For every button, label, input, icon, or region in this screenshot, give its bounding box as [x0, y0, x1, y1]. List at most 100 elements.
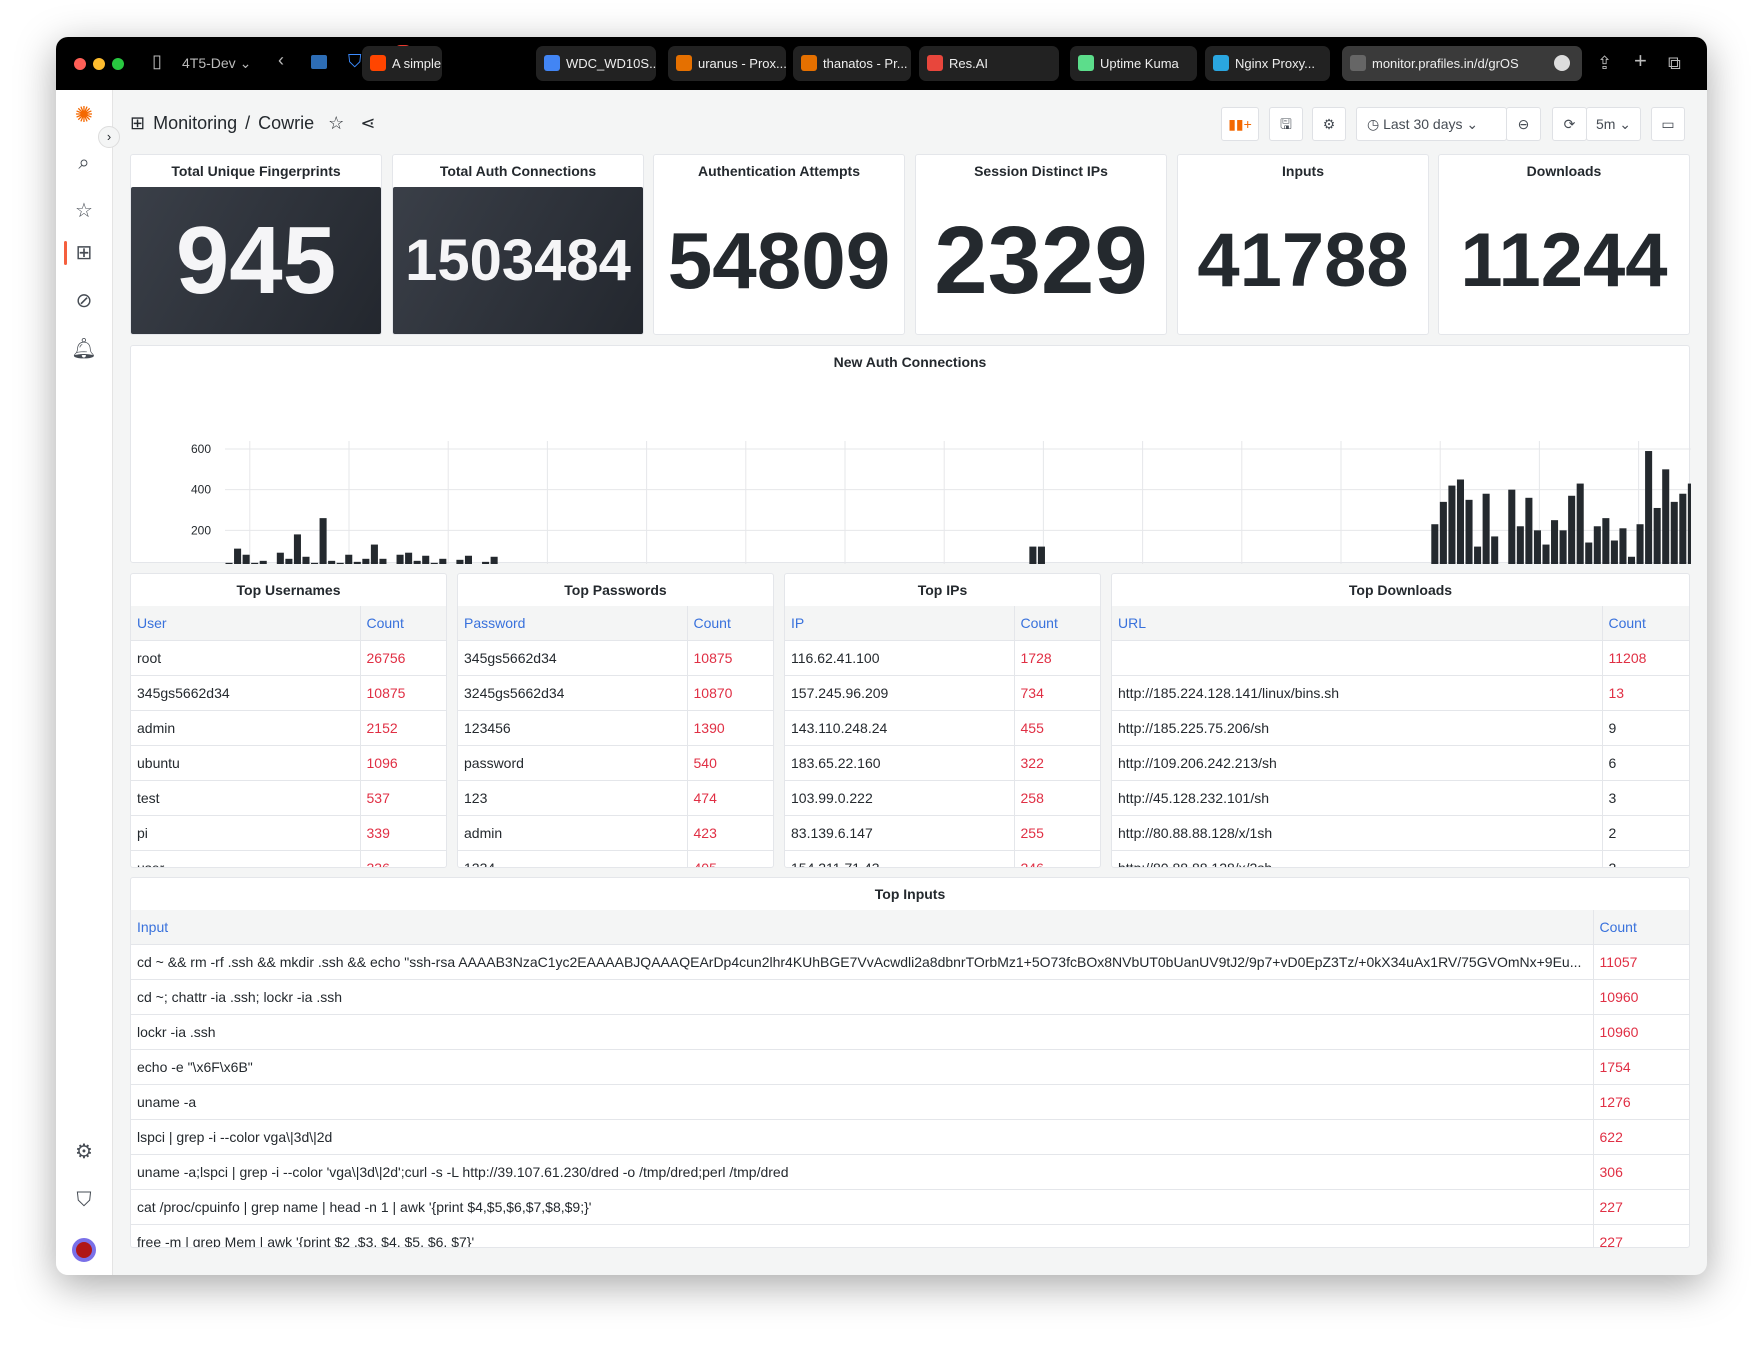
row-count: 734 [1013, 674, 1100, 710]
browser-tab[interactable]: thanatos - Pr... [793, 46, 911, 81]
column-header[interactable]: URL [1112, 606, 1602, 640]
table-row: ubuntu 1096 [131, 744, 446, 780]
browser-tab[interactable]: Nginx Proxy... [1205, 46, 1330, 81]
tab-overview-icon[interactable]: ⧉ [1668, 53, 1681, 74]
share-dashboard-icon[interactable]: ⋖ [360, 113, 375, 134]
chart-bar [370, 544, 378, 564]
row-count: 10875 [686, 639, 773, 675]
resai-icon [927, 55, 943, 71]
explore-compass-icon[interactable]: ⊘ [71, 288, 97, 314]
search-icon[interactable]: ⌕ [71, 150, 97, 176]
column-header[interactable]: Password [458, 606, 687, 640]
row-count: 246 [1013, 849, 1100, 867]
browser-tab[interactable]: WDC_WD10S... [536, 46, 656, 81]
data-table: User Count root 26756 345gs5662d34 10875 admin… [131, 606, 446, 867]
star-dashboard-icon[interactable]: ☆ [328, 113, 344, 134]
zoom-out-button[interactable]: ⊖ [1506, 107, 1541, 141]
row-count: 336 [359, 849, 446, 867]
chart-bar [1593, 526, 1601, 564]
dashboards-icon[interactable]: ⊞ [71, 240, 97, 266]
bitwarden-shield-icon[interactable]: ⛉ [348, 51, 362, 72]
breadcrumb-folder[interactable]: Monitoring [153, 113, 237, 134]
chart-bar [1687, 483, 1691, 564]
more-icon[interactable] [1554, 55, 1570, 71]
row-count: 2 [1601, 849, 1689, 867]
browser-tab[interactable]: Res.AI [919, 46, 1059, 81]
row-label: 183.65.22.160 [785, 744, 1014, 780]
column-header[interactable]: Count [686, 606, 773, 640]
expand-sidebar-button[interactable]: › [98, 126, 120, 148]
back-icon[interactable]: ‹ [278, 50, 284, 71]
row-label: cd ~ && rm -rf .ssh && mkdir .ssh && ech… [131, 943, 1593, 979]
table-row: http://185.224.128.141/linux/bins.sh 13 [1112, 674, 1689, 710]
tab-active-monitor[interactable]: monitor.prafiles.in/d/grOS [1342, 46, 1582, 81]
table-row: admin 2152 [131, 709, 446, 745]
column-header[interactable]: Input [131, 910, 1593, 944]
column-header[interactable]: Count [359, 606, 446, 640]
chart-bar [293, 534, 301, 564]
view-mode-button[interactable]: ▭ [1651, 107, 1685, 141]
column-header[interactable]: User [131, 606, 360, 640]
row-label: 345gs5662d34 [131, 674, 360, 710]
alerting-bell-icon[interactable]: 🔔︎ [71, 336, 97, 362]
row-count: 423 [686, 814, 773, 850]
address-bar-url[interactable]: monitor.prafiles.in/d/grOS [1372, 56, 1519, 71]
browser-tab[interactable]: A simple [362, 46, 442, 81]
proxmox-icon [676, 55, 692, 71]
extension-icon[interactable] [311, 55, 327, 69]
tab-label: A simple [392, 56, 442, 71]
browser-tab[interactable]: Uptime Kuma [1070, 46, 1197, 81]
configuration-gear-icon[interactable]: ⚙ [71, 1139, 97, 1165]
table-row: http://45.128.232.101/sh 3 [1112, 779, 1689, 815]
chart-bar [464, 555, 472, 564]
column-header[interactable]: Count [1601, 606, 1689, 640]
browser-tab[interactable]: uranus - Prox... [668, 46, 786, 81]
time-range-picker[interactable]: ◷ Last 30 days ⌄ [1356, 107, 1507, 141]
share-icon[interactable]: ⇪ [1597, 53, 1612, 74]
refresh-interval-picker[interactable]: 5m ⌄ [1586, 107, 1641, 141]
refresh-button[interactable]: ⟳ [1552, 107, 1587, 141]
grafana-logo-icon[interactable]: ✺ [71, 102, 97, 128]
row-label: 123 [458, 779, 687, 815]
close-window-button[interactable] [74, 58, 86, 70]
row-label: lspci | grep -i --color vga\|3d\|2d [131, 1118, 1593, 1154]
server-admin-shield-icon[interactable]: ⛉ [71, 1187, 97, 1213]
stat-value: 945 [131, 187, 381, 334]
row-count: 11057 [1592, 943, 1689, 979]
chart-bar [1431, 524, 1439, 564]
table-row: user336 [131, 849, 446, 867]
panel-title: Top IPs [917, 582, 968, 598]
row-label [1112, 639, 1602, 675]
starred-icon[interactable]: ☆ [71, 198, 97, 224]
chart-bar [328, 560, 336, 564]
chart-panel-new-auth-connections: New Auth Connections 020040060007/3108/0… [130, 345, 1691, 564]
sidebar-toggle-icon[interactable]: ▯ [152, 51, 162, 72]
row-label: uname -a;lspci | grep -i --color 'vga\|3… [131, 1153, 1593, 1189]
column-header[interactable]: Count [1592, 910, 1689, 944]
column-header[interactable]: Count [1013, 606, 1100, 640]
profile-selector[interactable]: 4T5-Dev ⌄ [182, 55, 251, 72]
column-header[interactable]: IP [785, 606, 1014, 640]
save-dashboard-button[interactable]: 🖫︎ [1269, 107, 1303, 141]
new-tab-icon[interactable]: + [1634, 48, 1647, 74]
chart-bar [1439, 501, 1447, 564]
table-row: password 540 [458, 744, 773, 780]
table-row: 345gs5662d34 10875 [131, 674, 446, 710]
chart-bar [1474, 546, 1482, 564]
row-count: 10875 [359, 674, 446, 710]
table-header-row: Password Count [458, 606, 773, 640]
minimize-window-button[interactable] [93, 58, 105, 70]
row-label: http://80.88.88.128/x/1sh [1112, 814, 1602, 850]
dashboard-settings-button[interactable]: ⚙ [1312, 107, 1346, 141]
table-row: 3245gs5662d34 10870 [458, 674, 773, 710]
user-avatar[interactable] [72, 1238, 96, 1262]
chart-bar [336, 562, 344, 564]
maximize-window-button[interactable] [112, 58, 124, 70]
add-panel-button[interactable]: ▮▮+ [1221, 107, 1259, 141]
row-count: 540 [686, 744, 773, 780]
chart-bar [1448, 485, 1456, 564]
page-title: Cowrie [258, 112, 315, 133]
table-header-row: IP Count [785, 606, 1100, 640]
breadcrumb: ⊞ Monitoring / Cowrie ☆ ⋖ [130, 109, 375, 137]
chart-bar [353, 561, 361, 564]
